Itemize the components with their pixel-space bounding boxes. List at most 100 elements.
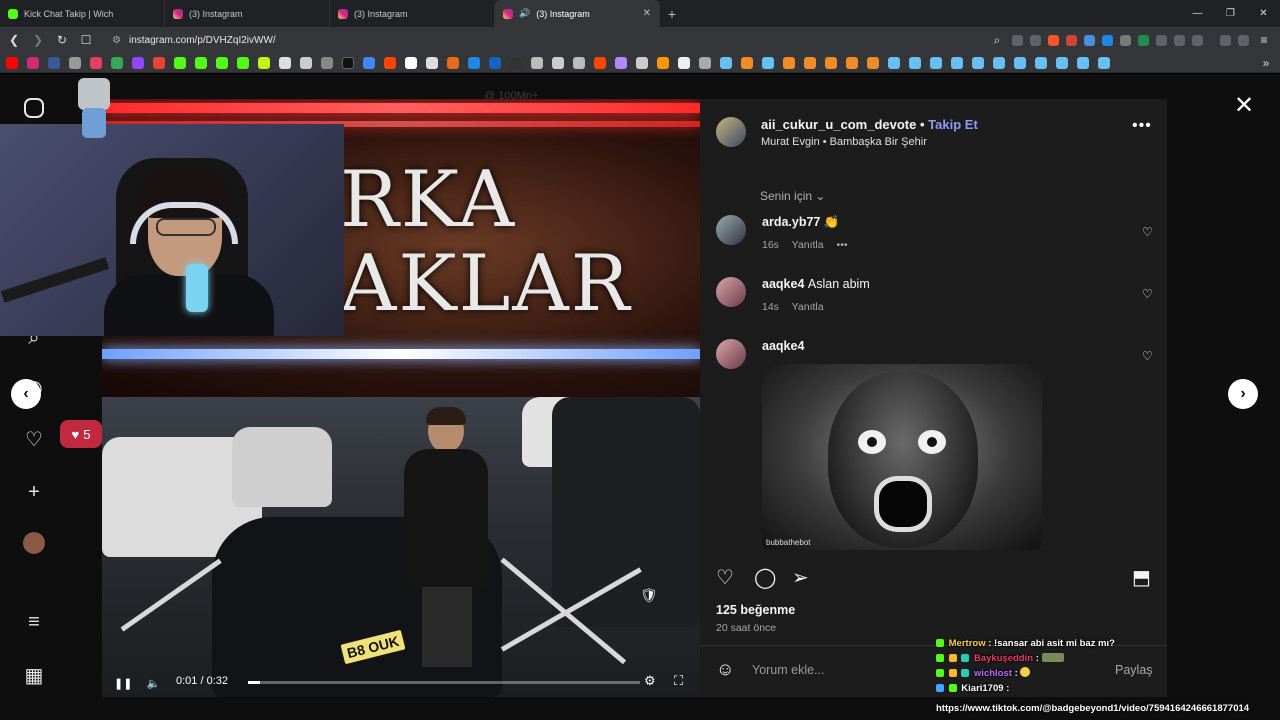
bookmark-icon[interactable]: [48, 56, 60, 69]
bookmark-icon[interactable]: [363, 56, 375, 69]
save-bookmark-icon[interactable]: ⬒: [1132, 565, 1151, 590]
instagram-icon[interactable]: [27, 56, 39, 69]
brave-shield-icon[interactable]: [1048, 34, 1059, 46]
previous-post-button[interactable]: ‹: [11, 379, 41, 409]
cast-icon[interactable]: [1012, 34, 1023, 46]
bookmark-icon[interactable]: [657, 56, 669, 69]
bookmark-icon[interactable]: [447, 56, 459, 69]
comment-bubble-icon[interactable]: ◯: [754, 565, 776, 590]
close-window-button[interactable]: ✕: [1247, 0, 1280, 27]
bookmark-icon[interactable]: [279, 56, 291, 69]
bookmark-icon[interactable]: ☐: [78, 33, 94, 47]
menu-icon[interactable]: ≡: [1256, 33, 1272, 47]
more-bookmarks-icon[interactable]: »: [1258, 56, 1274, 70]
bookmark-icon[interactable]: [615, 56, 627, 69]
reply-button[interactable]: Yanıtla: [792, 239, 824, 251]
extension-icon[interactable]: [1120, 34, 1131, 46]
author-avatar[interactable]: [716, 117, 746, 147]
steam-icon[interactable]: [1098, 56, 1110, 69]
extension-icon[interactable]: [1102, 34, 1113, 46]
bookmark-icon[interactable]: [678, 56, 690, 69]
bookmark-icon[interactable]: [426, 56, 438, 69]
follow-button[interactable]: Takip Et: [928, 117, 978, 132]
twitch-icon[interactable]: [132, 56, 144, 69]
playlist-icon[interactable]: [1220, 34, 1231, 46]
bookmark-icon[interactable]: [573, 56, 585, 69]
steam-icon[interactable]: [720, 56, 732, 69]
commenter-avatar[interactable]: [716, 215, 746, 245]
close-icon[interactable]: ✕: [1234, 91, 1254, 120]
tab-instagram-active[interactable]: 🔊 (3) Instagram ✕: [495, 0, 660, 27]
commenter-username[interactable]: aaqke4: [762, 339, 804, 353]
bookmark-icon[interactable]: [510, 56, 522, 69]
like-count[interactable]: 125 beğenme: [716, 603, 795, 617]
bookmark-icon[interactable]: [468, 56, 480, 69]
drive-icon[interactable]: [111, 56, 123, 69]
bookmark-icon[interactable]: [531, 56, 543, 69]
reddit-icon[interactable]: [384, 56, 396, 69]
more-options-icon[interactable]: •••: [1132, 117, 1152, 135]
comment-input[interactable]: Yorum ekle...: [752, 663, 825, 677]
speaker-icon[interactable]: 🔊: [519, 8, 530, 19]
bookmark-icon[interactable]: [153, 56, 165, 69]
grid-icon[interactable]: ▦: [22, 664, 46, 688]
share-send-icon[interactable]: ➢: [792, 565, 809, 590]
bookmark-icon[interactable]: [552, 56, 564, 69]
bookmark-icon[interactable]: [69, 56, 81, 69]
tab-kick-chat[interactable]: Kick Chat Takip | Wich: [0, 0, 165, 27]
emoji-icon[interactable]: ☺: [716, 659, 734, 680]
bookmark-icon[interactable]: [489, 56, 501, 69]
youtube-icon[interactable]: [6, 56, 18, 69]
bookmark-icon[interactable]: [825, 56, 837, 69]
video-progress-bar[interactable]: [248, 681, 640, 684]
comment-like-icon[interactable]: ♡: [1142, 287, 1153, 301]
settings-icon[interactable]: ⚙: [644, 673, 656, 689]
bookmark-icon[interactable]: [867, 56, 879, 69]
instagram-logo-icon[interactable]: [24, 98, 44, 118]
bookmark-icon[interactable]: [741, 56, 753, 69]
bookmark-icon[interactable]: [804, 56, 816, 69]
author-username[interactable]: aii_cukur_u_com_devote: [761, 117, 916, 132]
plus-icon[interactable]: +: [22, 480, 46, 504]
steam-icon[interactable]: [972, 56, 984, 69]
extension-icon[interactable]: [1066, 34, 1077, 46]
bookmark-icon[interactable]: [300, 56, 312, 69]
comment-more-icon[interactable]: •••: [837, 239, 848, 251]
folder-icon[interactable]: [699, 56, 711, 69]
kick-icon[interactable]: [174, 56, 186, 69]
extension-icon[interactable]: [1138, 34, 1149, 46]
bookmark-icon[interactable]: [636, 56, 648, 69]
commenter-username[interactable]: arda.yb77: [762, 215, 820, 229]
reddit-icon[interactable]: [594, 56, 606, 69]
fullscreen-icon[interactable]: ⛶: [674, 673, 683, 689]
heart-icon[interactable]: ♡: [22, 428, 46, 452]
steam-icon[interactable]: [888, 56, 900, 69]
volume-icon[interactable]: 🔈: [146, 677, 160, 690]
bookmark-icon[interactable]: [90, 56, 102, 69]
kick-icon[interactable]: [216, 56, 228, 69]
bookmark-icon[interactable]: [405, 56, 417, 69]
forward-icon[interactable]: ❯: [30, 33, 46, 47]
pause-icon[interactable]: ❚❚: [114, 677, 132, 690]
extension-icon[interactable]: [1156, 34, 1167, 46]
new-tab-button[interactable]: +: [660, 6, 684, 22]
menu-icon[interactable]: ≡: [22, 610, 46, 634]
kick-icon[interactable]: [195, 56, 207, 69]
site-info-icon[interactable]: ⚙: [112, 35, 121, 46]
steam-icon[interactable]: [1056, 56, 1068, 69]
share-icon[interactable]: [1030, 34, 1041, 46]
profile-avatar[interactable]: [23, 532, 45, 554]
bookmark-icon[interactable]: [258, 56, 270, 69]
bookmark-icon[interactable]: [846, 56, 858, 69]
steam-icon[interactable]: [1014, 56, 1026, 69]
notification-badge[interactable]: ♥ 5: [60, 420, 102, 448]
sidebar-icon[interactable]: [1192, 34, 1203, 46]
steam-icon[interactable]: [993, 56, 1005, 69]
steam-icon[interactable]: [930, 56, 942, 69]
url-field[interactable]: ⚙ instagram.com/p/DVHZqI2ivWW/: [112, 35, 276, 46]
audio-track[interactable]: Murat Evgin • Bambaşka Bir Şehir: [761, 136, 927, 148]
extension-icon[interactable]: [1084, 34, 1095, 46]
comment-like-icon[interactable]: ♡: [1142, 349, 1153, 363]
puzzle-icon[interactable]: [1174, 34, 1185, 46]
reply-button[interactable]: Yanıtla: [792, 301, 824, 313]
